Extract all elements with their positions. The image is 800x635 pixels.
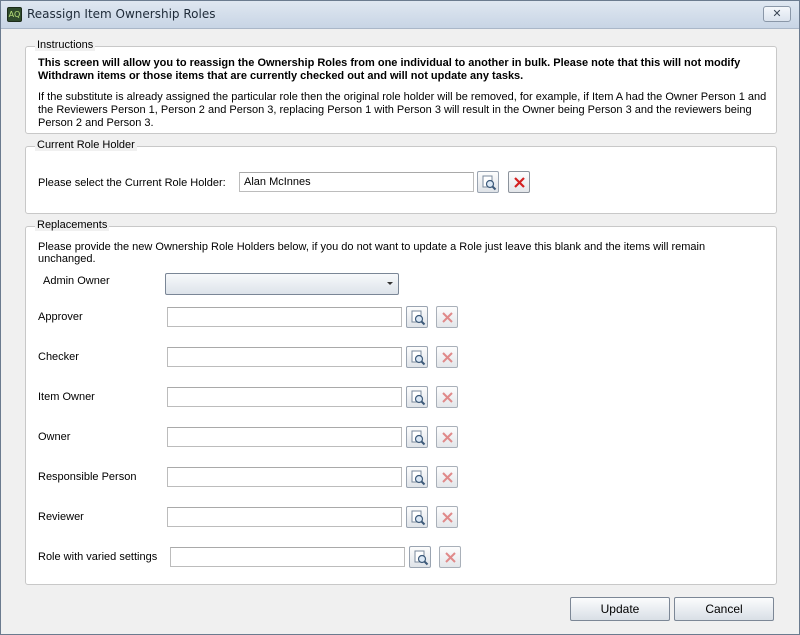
replacements-description: Please provide the new Ownership Role Ho…: [38, 241, 706, 265]
role-field-varied-settings[interactable]: [170, 547, 405, 567]
role-label-approver: Approver: [38, 311, 83, 323]
lookup-icon: [411, 430, 426, 446]
role-pick-button-approver[interactable]: [406, 306, 428, 328]
role-field-reviewer[interactable]: [167, 507, 402, 527]
cancel-button[interactable]: Cancel: [674, 597, 774, 621]
role-pick-button-item-owner[interactable]: [406, 386, 428, 408]
role-clear-button-approver[interactable]: [436, 306, 458, 328]
role-label-owner: Owner: [38, 431, 71, 443]
role-clear-button-owner[interactable]: [436, 426, 458, 448]
role-label-reviewer: Reviewer: [38, 511, 84, 523]
role-field-checker[interactable]: [167, 347, 402, 367]
admin-owner-select[interactable]: [165, 273, 399, 295]
role-field-approver[interactable]: [167, 307, 402, 327]
role-clear-button-reviewer[interactable]: [436, 506, 458, 528]
clear-icon: [514, 177, 525, 188]
role-clear-button-item-owner[interactable]: [436, 386, 458, 408]
title-bar: AQ Reassign Item Ownership Roles ✕: [1, 1, 799, 29]
lookup-icon: [411, 510, 426, 526]
role-field-owner[interactable]: [167, 427, 402, 447]
role-pick-button-responsible-person[interactable]: [406, 466, 428, 488]
current-role-holder-pick-button[interactable]: [477, 171, 499, 193]
lookup-icon: [482, 175, 497, 191]
current-role-holder-heading: Current Role Holder: [35, 139, 137, 151]
current-role-holder-label: Please select the Current Role Holder:: [38, 177, 226, 189]
instructions-text: If the substitute is already assigned th…: [38, 91, 767, 129]
clear-icon: [442, 352, 453, 363]
dialog-window: AQ Reassign Item Ownership Roles ✕ Instr…: [0, 0, 800, 635]
role-label-item-owner: Item Owner: [38, 391, 95, 403]
role-field-item-owner[interactable]: [167, 387, 402, 407]
clear-icon: [442, 392, 453, 403]
role-clear-button-varied-settings[interactable]: [439, 546, 461, 568]
role-label-checker: Checker: [38, 351, 79, 363]
instructions-heading: Instructions: [35, 39, 96, 51]
replacements-heading: Replacements: [35, 219, 110, 231]
window-title: Reassign Item Ownership Roles: [27, 7, 216, 21]
lookup-icon: [411, 470, 426, 486]
role-clear-button-checker[interactable]: [436, 346, 458, 368]
update-button[interactable]: Update: [570, 597, 670, 621]
role-pick-button-owner[interactable]: [406, 426, 428, 448]
lookup-icon: [411, 350, 426, 366]
role-label-varied-settings: Role with varied settings: [38, 551, 158, 563]
clear-icon: [442, 512, 453, 523]
role-field-responsible-person[interactable]: [167, 467, 402, 487]
lookup-icon: [414, 550, 429, 566]
close-button[interactable]: ✕: [763, 6, 791, 22]
dropdown-arrow-icon: [387, 282, 393, 285]
role-pick-button-checker[interactable]: [406, 346, 428, 368]
lookup-icon: [411, 390, 426, 406]
clear-icon: [442, 432, 453, 443]
role-pick-button-varied-settings[interactable]: [409, 546, 431, 568]
admin-owner-label: Admin Owner: [43, 275, 110, 287]
clear-icon: [442, 312, 453, 323]
lookup-icon: [411, 310, 426, 326]
current-role-holder-clear-button[interactable]: [508, 171, 530, 193]
current-role-holder-field[interactable]: Alan McInnes: [239, 172, 474, 192]
role-pick-button-reviewer[interactable]: [406, 506, 428, 528]
instructions-bold-text: This screen will allow you to reassign t…: [38, 57, 741, 82]
app-icon: AQ: [7, 7, 22, 22]
clear-icon: [445, 552, 456, 563]
clear-icon: [442, 472, 453, 483]
role-clear-button-responsible-person[interactable]: [436, 466, 458, 488]
role-label-responsible-person: Responsible Person: [38, 471, 137, 483]
